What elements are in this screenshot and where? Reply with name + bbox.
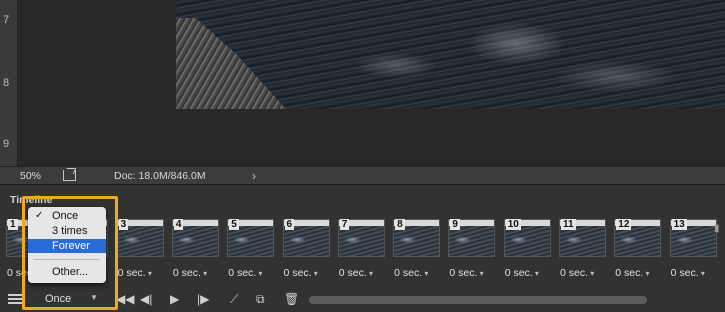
checkmark-icon: ✓ xyxy=(35,210,44,221)
loop-options-select[interactable]: Once ▼ xyxy=(30,292,110,308)
menu-item-other[interactable]: Other... xyxy=(28,265,106,279)
menu-item-3-times[interactable]: 3 times xyxy=(28,224,106,238)
frame-number: 7 xyxy=(339,219,350,230)
timeline-toolbar: Once ▼ ◀◀ ◀| ▶ |▶ ⟋ ⧉ 🗑 xyxy=(0,289,725,312)
frame-delay-select[interactable]: 0 sec. xyxy=(615,267,649,279)
menu-item-label: Once xyxy=(52,210,79,222)
menu-item-label: 3 times xyxy=(52,225,88,237)
frame-number: 9 xyxy=(450,219,460,230)
status-bar: 50% Doc: 18.0M/846.0M › xyxy=(0,166,725,185)
trash-icon[interactable]: 🗑 xyxy=(284,292,299,306)
frame-delay-select[interactable]: 0 sec. xyxy=(228,267,262,279)
frame-number: 8 xyxy=(395,219,405,230)
chevron-right-icon[interactable]: › xyxy=(252,169,256,183)
frame-number: 13 xyxy=(671,219,687,230)
first-frame-button[interactable]: ◀◀ xyxy=(116,292,134,306)
timeline-tab[interactable]: Timeline xyxy=(10,194,52,206)
frame-delay-select[interactable]: 0 sec. xyxy=(173,267,207,279)
frame-delay-select[interactable]: 0 sec. xyxy=(284,267,318,279)
loop-options-menu: ✓ Once 3 times Forever Other... xyxy=(28,207,106,283)
frame-cell[interactable]: 8 0 sec. xyxy=(391,215,444,285)
frame-delay-select[interactable]: 0 sec. xyxy=(560,267,594,279)
frame-cell[interactable]: 10 0 sec. xyxy=(502,215,555,285)
frame-delay-select[interactable]: 0 sec. xyxy=(505,267,539,279)
ruler-mark: 8 xyxy=(3,77,10,89)
frame-number: 4 xyxy=(173,219,184,230)
frame-number: 6 xyxy=(284,219,295,230)
next-frame-button[interactable]: |▶ xyxy=(197,292,209,306)
export-icon[interactable] xyxy=(63,170,76,181)
menu-item-forever[interactable]: Forever xyxy=(28,239,106,253)
frame-delay-select[interactable]: 0 sec. xyxy=(118,267,152,279)
frames-strip: 10 sec.20 sec.30 sec.40 sec.50 sec.60 se… xyxy=(0,215,725,287)
frame-cell[interactable]: 3 0 sec. xyxy=(115,215,168,285)
frame-number: 5 xyxy=(229,219,239,230)
frames-scroll-icon[interactable]: ▮ xyxy=(714,223,722,251)
new-frame-icon[interactable]: ⧉ xyxy=(256,292,265,306)
frame-number: 11 xyxy=(561,219,576,230)
menu-item-label: Other... xyxy=(52,266,89,278)
frame-cell[interactable]: 4 0 sec. xyxy=(170,215,223,285)
frame-number: 1 xyxy=(8,219,18,230)
frame-cell[interactable]: 13 0 sec. xyxy=(668,215,721,285)
vertical-ruler: 7 8 9 xyxy=(0,0,18,166)
ruler-mark: 9 xyxy=(3,138,10,150)
play-button[interactable]: ▶ xyxy=(170,292,179,306)
convert-to-video-timeline-icon[interactable] xyxy=(8,292,24,306)
chevron-down-icon: ▼ xyxy=(90,293,98,302)
frame-delay-select[interactable]: 0 sec. xyxy=(671,267,705,279)
canvas-area: 7 8 9 xyxy=(0,0,725,166)
zoom-level[interactable]: 50% xyxy=(20,170,41,182)
tween-icon[interactable]: ⟋ xyxy=(230,292,238,306)
frame-cell[interactable]: 11 0 sec. xyxy=(557,215,610,285)
frame-number: 10 xyxy=(505,219,521,230)
menu-item-once[interactable]: ✓ Once xyxy=(28,209,106,223)
frame-cell[interactable]: 6 0 sec. xyxy=(281,215,334,285)
frame-delay-select[interactable]: 0 sec. xyxy=(449,267,483,279)
frame-delay-select[interactable]: 0 sec. xyxy=(394,267,428,279)
frame-cell[interactable]: 9 0 sec. xyxy=(446,215,499,285)
menu-item-label: Forever xyxy=(52,240,90,252)
frame-delay-select[interactable]: 0 sec. xyxy=(339,267,373,279)
doc-size-info: Doc: 18.0M/846.0M xyxy=(114,170,206,182)
menu-separator xyxy=(34,259,100,260)
frame-number: 3 xyxy=(118,219,129,230)
loop-selected-value: Once xyxy=(45,293,72,305)
frame-cell[interactable]: 5 0 sec. xyxy=(225,215,278,285)
timeline-scrollbar[interactable] xyxy=(309,296,647,304)
prev-frame-button[interactable]: ◀| xyxy=(140,292,152,306)
frame-number: 12 xyxy=(616,219,632,230)
frame-cell[interactable]: 7 0 sec. xyxy=(336,215,389,285)
timeline-panel: Timeline 10 sec.20 sec.30 sec.40 sec.50 … xyxy=(0,185,725,312)
ruler-mark: 7 xyxy=(3,14,10,26)
frame-cell[interactable]: 12 0 sec. xyxy=(612,215,665,285)
